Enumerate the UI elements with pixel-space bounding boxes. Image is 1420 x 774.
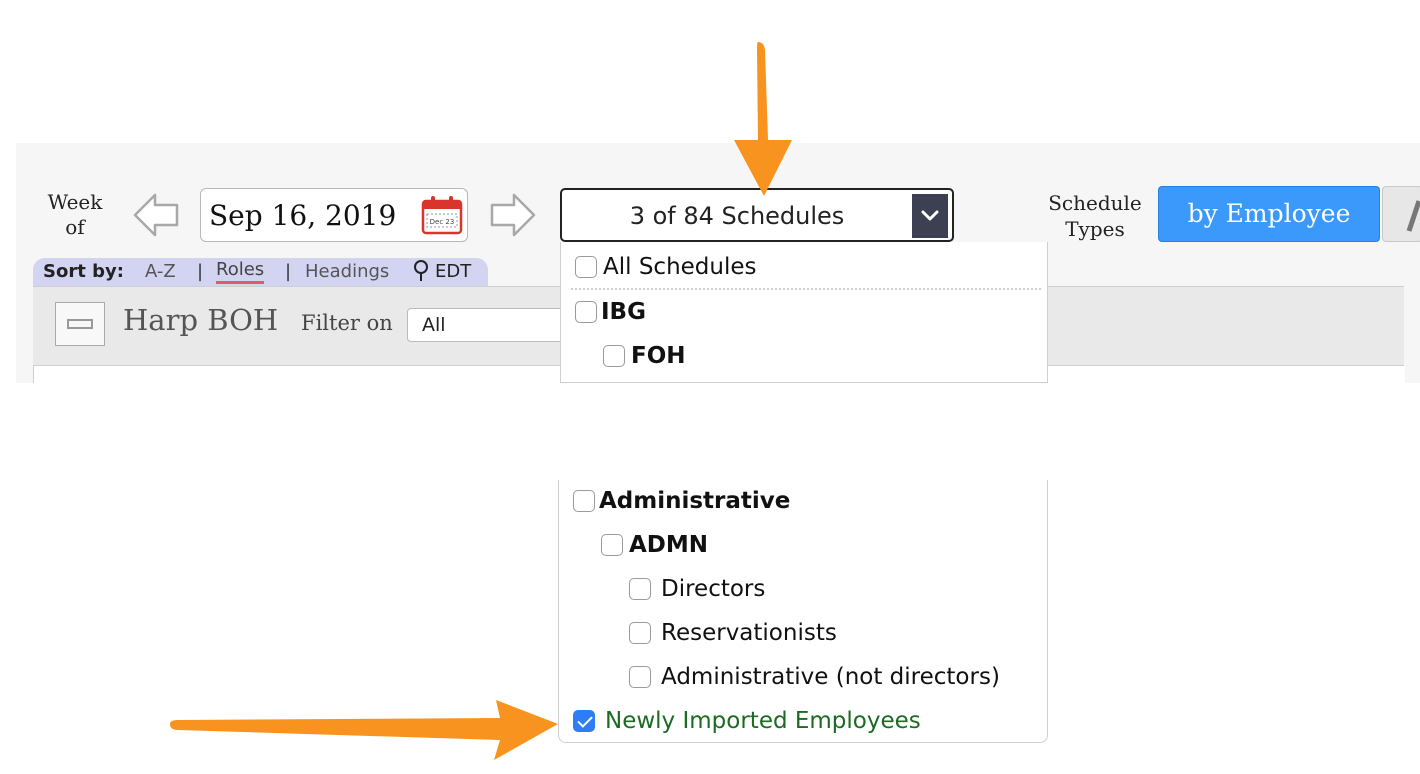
ibg-label: IBG xyxy=(601,299,646,325)
other-schedule-type-button[interactable] xyxy=(1382,186,1420,242)
sort-separator: | xyxy=(197,261,204,282)
week-label-line-2: of xyxy=(65,215,85,239)
by-employee-button[interactable]: by Employee xyxy=(1158,186,1380,242)
administrative-not-directors-checkbox[interactable] xyxy=(629,666,651,688)
administrative-not-directors-label: Administrative (not directors) xyxy=(661,664,1000,690)
option-ibg[interactable]: IBG xyxy=(575,299,646,325)
dropdown-divider xyxy=(571,288,1041,290)
foh-label: FOH xyxy=(631,343,686,369)
previous-week-arrow-icon[interactable] xyxy=(133,191,181,239)
reservationists-checkbox[interactable] xyxy=(629,622,651,644)
timezone-label: EDT xyxy=(435,261,472,282)
calendar-icon[interactable]: Dec 23 xyxy=(421,195,463,235)
next-week-arrow-icon[interactable] xyxy=(488,191,536,239)
minus-icon xyxy=(67,319,93,329)
option-administrative[interactable]: Administrative xyxy=(573,488,790,514)
directors-checkbox[interactable] xyxy=(629,578,651,600)
schedule-types-line-2: Types xyxy=(1065,217,1125,241)
option-directors[interactable]: Directors xyxy=(629,576,765,602)
collapse-button[interactable] xyxy=(55,302,105,346)
schedule-types-line-1: Schedule xyxy=(1048,191,1142,215)
location-pin-icon xyxy=(413,258,429,286)
sort-bar: Sort by: A-Z | Roles | Headings EDT xyxy=(33,258,488,286)
sort-option-headings[interactable]: Headings xyxy=(305,258,389,286)
all-schedules-checkbox[interactable] xyxy=(575,256,597,278)
directors-label: Directors xyxy=(661,576,766,602)
option-administrative-not-directors[interactable]: Administrative (not directors) xyxy=(629,664,1000,690)
option-foh[interactable]: FOH xyxy=(603,343,686,369)
schedules-selector-label: 3 of 84 Schedules xyxy=(629,202,845,230)
sort-option-a-z[interactable]: A-Z xyxy=(145,258,176,286)
week-date-value: Sep 16, 2019 xyxy=(209,199,397,232)
calendar-mini-text: Dec 23 xyxy=(430,218,455,226)
chevron-down-icon[interactable] xyxy=(912,194,948,238)
schedules-selector[interactable]: 3 of 84 Schedules xyxy=(560,188,954,242)
admn-label: ADMN xyxy=(629,532,709,558)
administrative-label: Administrative xyxy=(599,488,791,514)
option-newly-imported-employees[interactable]: Newly Imported Employees xyxy=(573,708,921,734)
newly-imported-employees-checkbox[interactable] xyxy=(573,710,595,732)
option-reservationists[interactable]: Reservationists xyxy=(629,620,837,646)
schedules-dropdown-list-continued: Administrative ADMN Directors Reservatio… xyxy=(558,480,1048,743)
all-schedules-label: All Schedules xyxy=(603,254,757,280)
reservationists-label: Reservationists xyxy=(661,620,837,646)
week-date-picker[interactable]: Sep 16, 2019 Dec 23 xyxy=(200,188,468,242)
admn-checkbox[interactable] xyxy=(601,534,623,556)
ibg-checkbox[interactable] xyxy=(575,301,597,323)
filter-label: Filter on xyxy=(301,311,393,335)
sort-option-roles[interactable]: Roles xyxy=(216,258,265,284)
foh-checkbox[interactable] xyxy=(603,345,625,367)
week-label-line-1: Week xyxy=(47,190,103,214)
option-all-schedules[interactable]: All Schedules xyxy=(575,254,757,280)
schedule-types-label: Schedule Types xyxy=(1038,190,1152,242)
administrative-checkbox[interactable] xyxy=(573,490,595,512)
sort-by-label: Sort by: xyxy=(43,261,124,282)
option-admn[interactable]: ADMN xyxy=(601,532,708,558)
week-of-label: Week of xyxy=(36,190,114,240)
schedule-title: Harp BOH xyxy=(123,303,279,337)
sort-separator: | xyxy=(285,261,292,282)
newly-imported-employees-label: Newly Imported Employees xyxy=(605,708,921,734)
arrow-right-icon xyxy=(170,700,558,760)
schedules-dropdown-list: All Schedules IBG FOH xyxy=(560,242,1048,383)
